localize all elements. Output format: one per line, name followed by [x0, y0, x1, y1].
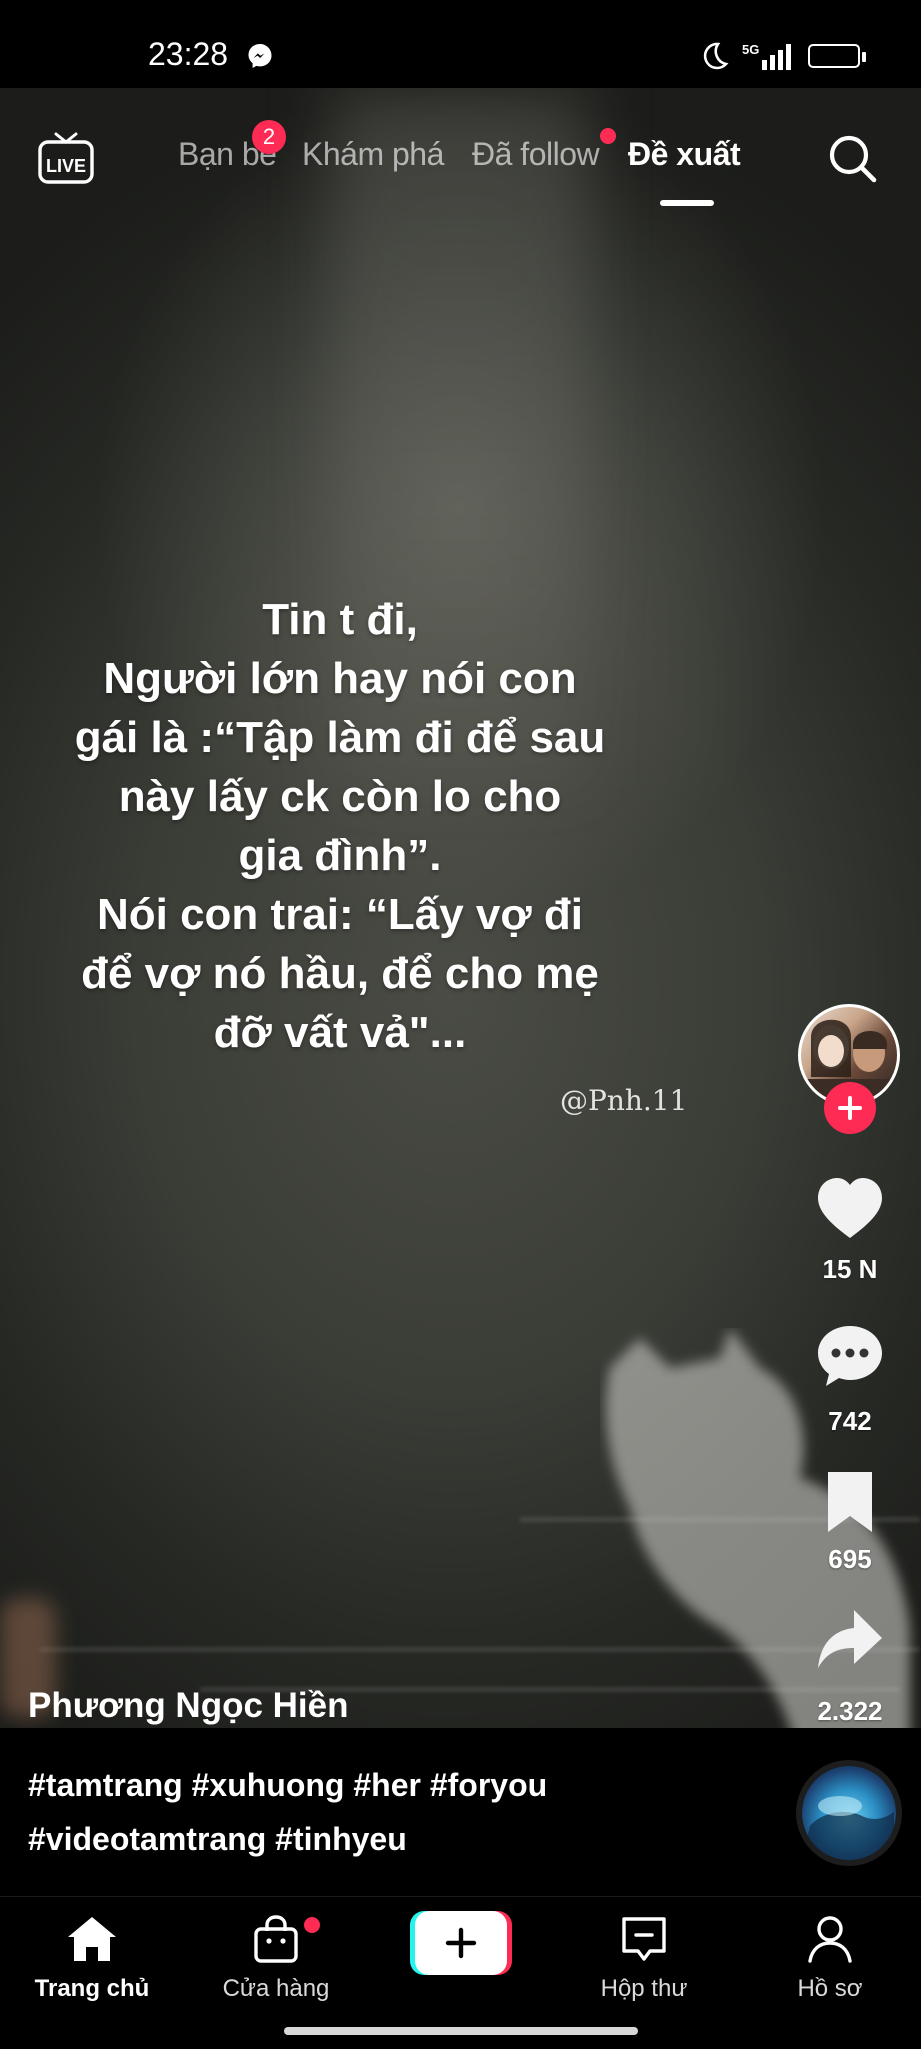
music-disc-icon[interactable]: [802, 1766, 896, 1860]
battery-icon: 54: [808, 44, 870, 70]
overlay-line: Nói con trai: “Lấy vợ đi: [96, 890, 584, 939]
save-count: 695: [828, 1544, 872, 1574]
bookmark-icon[interactable]: [814, 1466, 886, 1538]
nav-home-label: Trang chủ: [34, 1975, 150, 2002]
author-name[interactable]: Phương Ngọc Hiền: [28, 1686, 349, 1726]
search-icon[interactable]: [826, 132, 880, 186]
top-navigation: LIVE Bạn bè 2 Khám phá Đã follow Đề xuất: [0, 88, 921, 228]
create-plus-icon[interactable]: [410, 1911, 512, 1975]
caption-line: #videotamtrang #tinhyeu: [28, 1821, 407, 1857]
nav-profile-label: Hồ sơ: [797, 1975, 863, 2002]
svg-text:LIVE: LIVE: [46, 156, 86, 176]
nav-shop[interactable]: Cửa hàng: [206, 1913, 346, 2023]
video-overlay-text: Tin t đi, Người lớn hay nói con gái là :…: [40, 590, 640, 1062]
live-icon[interactable]: LIVE: [36, 128, 96, 186]
overlay-line: này lấy ck còn lo cho: [118, 772, 562, 821]
home-icon: [68, 1917, 116, 1961]
tab-explore[interactable]: Khám phá: [302, 136, 444, 173]
bottom-navigation: Trang chủ Cửa hàng Hộp thư Hồ sơ: [0, 1896, 921, 2049]
overlay-line: gia đình”.: [238, 831, 442, 880]
like-count: 15 N: [822, 1254, 878, 1284]
nav-profile[interactable]: Hồ sơ: [760, 1913, 900, 2023]
nav-home[interactable]: Trang chủ: [22, 1913, 162, 2023]
tab-for-you[interactable]: Đề xuất: [628, 136, 741, 173]
share-arrow-icon[interactable]: [814, 1604, 886, 1676]
following-dot: [600, 128, 616, 144]
moon-icon: [703, 42, 729, 70]
nav-inbox[interactable]: Hộp thư: [574, 1913, 714, 2023]
shop-bag-icon: [254, 1915, 298, 1963]
heart-icon[interactable]: [814, 1174, 886, 1246]
overlay-line: đỡ vất vả"...: [213, 1008, 467, 1057]
svg-text:5G: 5G: [742, 42, 759, 57]
follow-button[interactable]: [824, 1082, 876, 1134]
caption-area: #tamtrang #xuhuong #her #foryou #videota…: [0, 1728, 921, 1896]
caption-hashtags[interactable]: #tamtrang #xuhuong #her #foryou #videota…: [28, 1758, 648, 1866]
active-tab-indicator: [660, 200, 714, 206]
nav-shop-label: Cửa hàng: [222, 1975, 330, 2002]
share-count: 2.322: [817, 1696, 883, 1726]
messenger-icon: [248, 44, 272, 68]
inbox-icon: [622, 1917, 666, 1961]
caption-line: #tamtrang #xuhuong #her #foryou: [28, 1767, 548, 1803]
overlay-line: gái là :“Tập làm đi để sau: [74, 713, 606, 762]
comment-icon[interactable]: [814, 1320, 886, 1392]
profile-icon: [808, 1916, 852, 1963]
status-time: 23:28: [148, 36, 229, 72]
watermark-handle: @Pnh.11: [560, 1084, 688, 1117]
overlay-line: Tin t đi,: [262, 595, 418, 644]
nav-inbox-label: Hộp thư: [600, 1975, 688, 2002]
comment-count: 742: [828, 1406, 872, 1436]
tab-following[interactable]: Đã follow: [472, 136, 600, 173]
signal-icon: 5G: [742, 42, 791, 70]
plus-icon: [838, 1096, 862, 1120]
overlay-line: Người lớn hay nói con: [103, 654, 577, 703]
battery-percent: 54: [824, 46, 844, 65]
friends-badge: 2: [252, 120, 286, 154]
overlay-line: để vợ nó hầu, để cho mẹ: [81, 949, 599, 998]
home-indicator[interactable]: [284, 2027, 638, 2035]
shop-notification-dot: [304, 1917, 320, 1933]
status-bar: 23:28 5G 54: [0, 0, 921, 88]
